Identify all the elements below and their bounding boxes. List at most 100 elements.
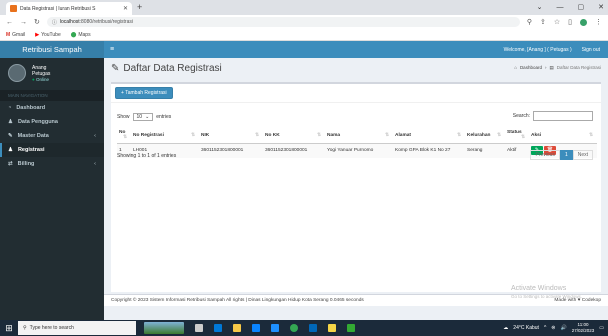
xampp-icon[interactable] <box>328 324 336 332</box>
user-status: ● Online <box>32 76 49 82</box>
clock[interactable]: 11:00 27/02/2023 <box>572 322 595 334</box>
sort-icon: ⇅ <box>122 135 127 140</box>
widget-scene-icon[interactable] <box>144 322 184 334</box>
breadcrumb-home[interactable]: Dashboard <box>520 65 542 71</box>
tab-title: Data Registrasi | Iuran Retribusi S <box>20 5 96 12</box>
registrasi-table: No ⇅ No Registrasi ⇅ NIK ⇅ No KK ⇅ Nama ⇅ Ala… <box>117 127 597 158</box>
share-icon[interactable]: ⇪ <box>540 18 546 26</box>
profile-icon[interactable] <box>580 18 587 26</box>
bookmark-maps[interactable]: ⬤ Maps <box>71 32 91 38</box>
col-nama[interactable]: Nama ⇅ <box>325 127 393 144</box>
taskbar-apps <box>144 322 355 334</box>
sort-icon: ⇅ <box>496 132 501 138</box>
add-registrasi-button[interactable]: + Tambah Registrasi <box>115 87 173 99</box>
taskbar: ⊞ ⚲ Type here to search ☁ 24°C Kabut ^ ⊜… <box>0 320 608 336</box>
edit-icon: ✎ <box>111 62 120 74</box>
cell-kelurahan: Serang <box>465 143 505 158</box>
col-no-kk[interactable]: No KK ⇅ <box>263 127 325 144</box>
system-tray: ☁ 24°C Kabut ^ ⊜ 🔊 11:00 27/02/2023 ▭ <box>503 322 608 334</box>
app-icon[interactable] <box>347 324 355 332</box>
network-icon[interactable]: ⊜ <box>551 325 555 331</box>
close-tab-icon[interactable]: ✕ <box>123 5 128 12</box>
edit-icon: ✎ <box>8 133 13 139</box>
top-navbar: Retribusi Sampah ≡ Welcome, [Anang ] ( P… <box>0 41 608 58</box>
signout-link[interactable]: Sign out <box>582 47 600 53</box>
volume-icon[interactable]: 🔊 <box>561 325 567 331</box>
cell-alamat: Komp GPA Blok K1 No 27 <box>393 143 465 158</box>
table-header-row: No ⇅ No Registrasi ⇅ NIK ⇅ No KK ⇅ Nama ⇅ Ala… <box>117 127 597 144</box>
search-input[interactable] <box>533 111 593 121</box>
user-panel: Anang Petugas ● Online <box>0 58 104 88</box>
browser-tab[interactable]: Data Registrasi | Iuran Retribusi S ✕ <box>6 2 132 15</box>
address-bar-row: ← → ↻ ⓘ localhost:8080/retribusi/registr… <box>0 15 608 29</box>
sidebar-item-data-pengguna[interactable]: ♟ Data Pengguna <box>0 115 104 129</box>
home-icon: ⌂ <box>514 65 517 70</box>
sort-icon: ⇅ <box>520 135 525 140</box>
page-length-select[interactable]: 10 ⌄ <box>132 113 154 121</box>
next-button[interactable]: Next <box>572 150 593 160</box>
page-1-button[interactable]: 1 <box>559 150 573 160</box>
sidebar-item-master-data[interactable]: ✎ Master Data ‹ <box>0 129 104 143</box>
sidepanel-icon[interactable]: ▯ <box>568 18 572 26</box>
zoom-icon[interactable]: ⚲ <box>527 18 532 26</box>
col-no[interactable]: No ⇅ <box>117 127 131 144</box>
content-header: ✎ Daftar Data Registrasi ⌂ Dashboard › ▤ … <box>104 58 608 78</box>
app-logo[interactable]: Retribusi Sampah <box>0 41 104 58</box>
back-icon[interactable]: ← <box>6 19 13 26</box>
browser-chrome: Data Registrasi | Iuran Retribusi S ✕ + … <box>0 0 608 41</box>
maps-icon: ⬤ <box>70 31 77 38</box>
sort-icon: ⇅ <box>384 132 389 138</box>
forward-icon[interactable]: → <box>20 19 27 26</box>
explorer-icon[interactable] <box>233 324 241 332</box>
pagination: Previous 1 Next <box>530 150 593 160</box>
col-kelurahan[interactable]: Kelurahan ⇅ <box>465 127 505 144</box>
col-nik[interactable]: NIK ⇅ <box>199 127 263 144</box>
previous-button[interactable]: Previous <box>530 150 560 160</box>
bookmark-gmail[interactable]: M Gmail <box>6 32 25 38</box>
menu-icon[interactable]: ⋮ <box>595 18 602 26</box>
weather-text[interactable]: 24°C Kabut <box>513 325 539 331</box>
reload-icon[interactable]: ↻ <box>34 18 40 26</box>
task-view-icon[interactable] <box>195 324 203 332</box>
maximize-icon[interactable]: ▢ <box>578 2 585 13</box>
bookmark-youtube[interactable]: ▶ YouTube <box>35 32 61 38</box>
table-search: Search: <box>513 111 593 121</box>
edge-icon[interactable] <box>214 324 222 332</box>
new-tab-button[interactable]: + <box>137 2 142 13</box>
sidebar: Anang Petugas ● Online MAIN NAVIGATION ◔… <box>0 58 104 320</box>
store-icon[interactable] <box>271 324 279 332</box>
star-icon[interactable]: ☆ <box>554 18 560 26</box>
sidebar-item-billing[interactable]: ⇄ Billing ‹ <box>0 157 104 171</box>
cell-no-kk: 3601152301800001 <box>263 143 325 158</box>
doc-icon: ▤ <box>549 65 554 70</box>
sort-icon: ⇅ <box>588 132 593 138</box>
col-status[interactable]: Status ⇅ <box>505 127 529 144</box>
cell-status: Aktif <box>505 143 529 158</box>
tray-chevron-icon[interactable]: ^ <box>544 325 546 331</box>
vscode-icon[interactable] <box>309 324 317 332</box>
col-no-registrasi[interactable]: No Registrasi ⇅ <box>131 127 199 144</box>
sidebar-toggle-icon[interactable]: ≡ <box>110 46 114 53</box>
mail-icon[interactable] <box>252 324 260 332</box>
footer-copyright: Copyright © 2023 Sistem Informasi Retrib… <box>111 298 364 303</box>
info-icon[interactable]: ⓘ <box>52 19 57 26</box>
col-aksi[interactable]: Aksi ⇅ <box>529 127 597 144</box>
col-alamat[interactable]: Alamat ⇅ <box>393 127 465 144</box>
close-window-icon[interactable]: ✕ <box>598 2 604 13</box>
sort-icon: ⇅ <box>456 132 461 138</box>
sidebar-item-dashboard[interactable]: ◔ Dashboard <box>0 101 104 115</box>
url-input[interactable]: ⓘ localhost:8080/retribusi/registrasi <box>46 17 520 27</box>
windows-start-icon[interactable]: ⊞ <box>0 323 18 334</box>
cell-nik: 3601152301800001 <box>199 143 263 158</box>
chrome-icon[interactable] <box>290 324 298 332</box>
data-box: + Tambah Registrasi Show 10 ⌄ entries Sea… <box>111 82 601 292</box>
sidebar-item-registrasi[interactable]: ♟ Registrasi <box>0 143 104 157</box>
taskbar-search[interactable]: ⚲ Type here to search <box>18 321 136 335</box>
chevron-left-icon: ‹ <box>94 133 96 139</box>
minimize-icon[interactable]: — <box>557 2 564 13</box>
chevron-down-icon[interactable]: ⌄ <box>537 2 543 13</box>
sort-icon: ⇅ <box>254 132 259 138</box>
welcome-user[interactable]: Welcome, [Anang ] ( Petugas ) <box>504 47 572 53</box>
notification-icon[interactable]: ▭ <box>599 325 604 331</box>
top-right: Welcome, [Anang ] ( Petugas ) Sign out <box>504 47 608 53</box>
